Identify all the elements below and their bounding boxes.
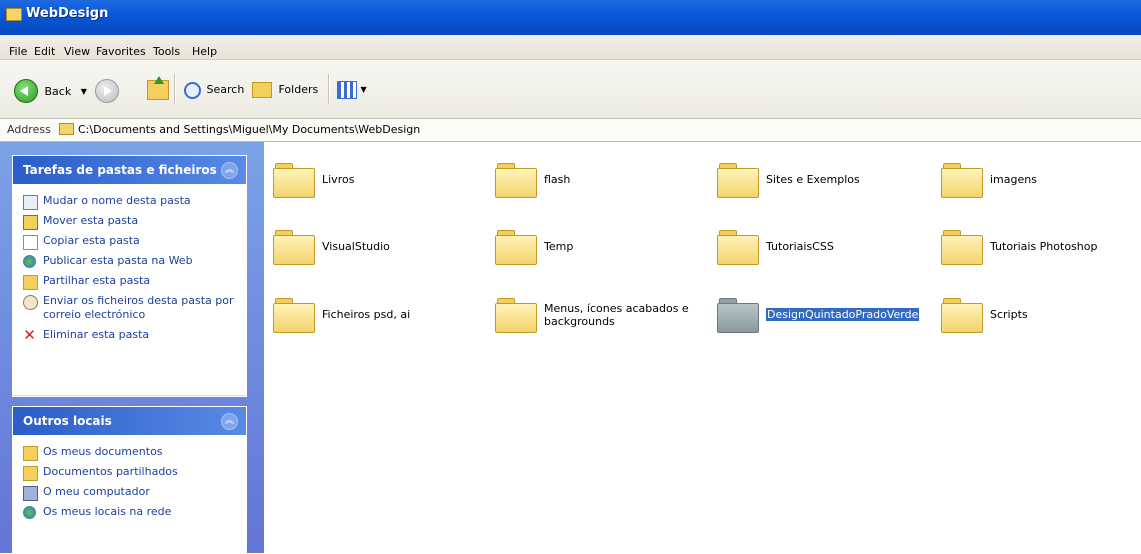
folder-icon	[272, 224, 316, 265]
back-arrow-icon	[14, 79, 38, 103]
move-icon	[23, 215, 38, 230]
address-bar: Address C:\Documents and Settings\Miguel…	[0, 119, 1141, 142]
delete-icon: ✕	[23, 326, 36, 344]
search-button[interactable]: Search	[184, 79, 244, 101]
search-icon	[184, 81, 201, 99]
task-delete[interactable]: ✕ Eliminar esta pasta	[13, 325, 246, 345]
menu-help[interactable]: Help	[192, 45, 217, 58]
menu-view[interactable]: View	[64, 45, 90, 58]
folder-icon	[940, 292, 984, 333]
menu-edit[interactable]: Edit	[34, 45, 55, 58]
task-copy[interactable]: Copiar esta pasta	[13, 231, 246, 251]
address-input[interactable]: C:\Documents and Settings\Miguel\My Docu…	[78, 123, 420, 136]
folder-label: Ficheiros psd, ai	[322, 308, 411, 321]
task-share[interactable]: Partilhar esta pasta	[13, 271, 246, 291]
menu-bar: File Edit View Favorites Tools Help	[0, 35, 1141, 60]
folder-label: Sites e Exemplos	[766, 173, 860, 186]
folders-label: Folders	[278, 83, 319, 96]
place-label: Documentos partilhados	[43, 465, 178, 478]
folder-icon	[59, 123, 74, 135]
collapse-icon[interactable]: ︽	[221, 413, 238, 430]
task-label: Copiar esta pasta	[43, 234, 140, 247]
tasks-title: Tarefas de pastas e ficheiros	[23, 163, 217, 177]
menu-favorites[interactable]: Favorites	[96, 45, 146, 58]
folder-icon	[272, 292, 316, 333]
folder-label: Menus, ícones acabados e backgrounds	[544, 302, 689, 328]
forward-arrow-icon	[95, 79, 119, 103]
folder-label: DesignQuintadoPradoVerde	[766, 308, 920, 321]
folders-icon	[252, 82, 272, 98]
task-label: Partilhar esta pasta	[43, 274, 151, 287]
share-icon	[23, 275, 38, 290]
title-bar: WebDesign	[0, 0, 1141, 35]
task-email[interactable]: Enviar os ficheiros desta pasta por corr…	[13, 291, 246, 325]
folder-label: flash	[544, 173, 571, 186]
back-button[interactable]: Back ▼	[14, 79, 87, 103]
folder-label: Temp	[544, 240, 574, 253]
place-label: Os meus locais na rede	[43, 505, 172, 518]
my-computer-icon	[23, 486, 38, 501]
folder-label: imagens	[990, 173, 1037, 186]
copy-icon	[23, 235, 38, 250]
folder-icon	[940, 157, 984, 198]
views-icon	[337, 81, 357, 99]
task-label: Enviar os ficheiros desta pasta por corr…	[43, 294, 234, 321]
toolbar: Back ▼ Search Folders ▼	[0, 60, 1141, 119]
folder-label: VisualStudio	[322, 240, 390, 253]
folder-icon	[716, 157, 760, 198]
place-label: Os meus documentos	[43, 445, 163, 458]
task-pane: Tarefas de pastas e ficheiros ︽ Mudar o …	[0, 142, 264, 554]
other-places-title: Outros locais	[23, 414, 112, 428]
task-publish[interactable]: Publicar esta pasta na Web	[13, 251, 246, 271]
search-label: Search	[206, 83, 245, 96]
folder-icon	[272, 157, 316, 198]
other-places-box: Outros locais ︽ Os meus documentos Docum…	[12, 406, 247, 554]
folder-icon	[716, 292, 760, 333]
back-label: Back	[44, 84, 72, 98]
folder-icon	[6, 8, 22, 21]
folder-icon	[494, 224, 538, 265]
place-my-computer[interactable]: O meu computador	[13, 482, 246, 502]
folder-icon	[494, 157, 538, 198]
network-places-icon	[23, 506, 36, 519]
place-network[interactable]: Os meus locais na rede	[13, 502, 246, 522]
dropdown-arrow-icon: ▼	[360, 85, 367, 94]
task-label: Mover esta pasta	[43, 214, 139, 227]
shared-documents-icon	[23, 466, 38, 481]
folders-button[interactable]: Folders	[252, 79, 318, 101]
publish-web-icon	[23, 255, 36, 268]
tasks-header[interactable]: Tarefas de pastas e ficheiros ︽	[13, 156, 246, 185]
menu-tools[interactable]: Tools	[153, 45, 180, 58]
tasks-box: Tarefas de pastas e ficheiros ︽ Mudar o …	[12, 155, 247, 397]
forward-button[interactable]	[95, 79, 119, 103]
other-places-header[interactable]: Outros locais ︽	[13, 407, 246, 436]
task-label: Publicar esta pasta na Web	[43, 254, 193, 267]
views-button[interactable]: ▼	[337, 79, 367, 101]
task-label: Eliminar esta pasta	[43, 328, 150, 341]
folder-label: Livros	[322, 173, 355, 186]
my-documents-icon	[23, 446, 38, 461]
task-label: Mudar o nome desta pasta	[43, 194, 191, 207]
task-rename[interactable]: Mudar o nome desta pasta	[13, 191, 246, 211]
place-label: O meu computador	[43, 485, 150, 498]
folder-view: Livros flash Sites e Exemplos imagens Vi…	[264, 142, 1141, 553]
collapse-icon[interactable]: ︽	[221, 162, 238, 179]
up-folder-icon	[147, 76, 169, 100]
folder-icon	[494, 292, 538, 333]
folder-label: Scripts	[990, 308, 1028, 321]
email-icon	[23, 295, 38, 310]
folder-label: TutoriaisCSS	[766, 240, 834, 253]
up-folder-button[interactable]	[147, 76, 169, 101]
folder-label: Tutoriais Photoshop	[990, 240, 1098, 253]
folder-icon	[940, 224, 984, 265]
window-title: WebDesign	[26, 6, 109, 21]
menu-file[interactable]: File	[9, 45, 27, 58]
task-move[interactable]: Mover esta pasta	[13, 211, 246, 231]
dropdown-arrow-icon: ▼	[80, 86, 87, 96]
folder-icon	[716, 224, 760, 265]
place-shared-documents[interactable]: Documentos partilhados	[13, 462, 246, 482]
address-label: Address	[7, 123, 51, 136]
rename-icon	[23, 195, 38, 210]
place-my-documents[interactable]: Os meus documentos	[13, 442, 246, 462]
